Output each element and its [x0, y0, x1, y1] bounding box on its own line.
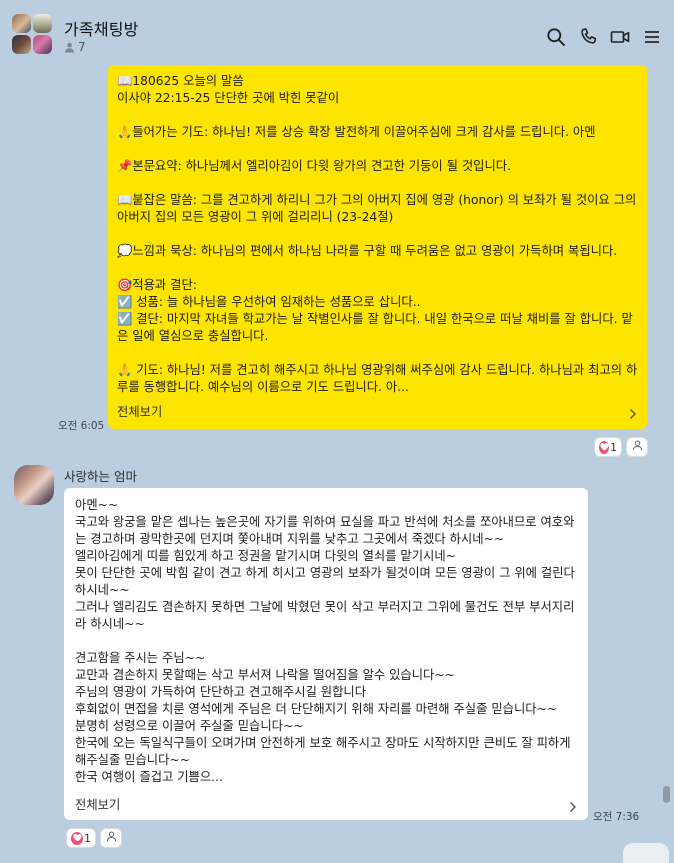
sender-name: 사랑하는 엄마 — [64, 469, 137, 484]
member-count-value: 7 — [78, 40, 86, 54]
heart-reaction[interactable]: 1 — [594, 437, 622, 457]
view-all-link[interactable]: 전체보기 — [75, 795, 120, 813]
message-time: 오전 7:36 — [593, 811, 640, 823]
member-avatar — [33, 35, 52, 54]
video-call-icon[interactable] — [610, 27, 630, 47]
add-reaction-button[interactable] — [100, 828, 122, 848]
scrollbar-thumb[interactable] — [663, 786, 670, 803]
chevron-right-icon[interactable] — [629, 405, 637, 424]
reaction-count: 1 — [610, 440, 617, 454]
my-message-bubble[interactable]: 📖180625 오늘의 말씀 이사야 22:15-25 단단한 곳에 박힌 못같… — [108, 65, 647, 429]
message-text: 📖180625 오늘의 말씀 이사야 22:15-25 단단한 곳에 박힌 못같… — [117, 74, 638, 394]
search-icon[interactable] — [546, 27, 566, 47]
heart-icon — [599, 440, 609, 454]
message-time: 오전 6:05 — [58, 420, 105, 432]
menu-icon[interactable] — [642, 27, 662, 47]
person-icon — [64, 42, 75, 53]
add-reaction-button[interactable] — [626, 437, 648, 457]
view-all-link[interactable]: 전체보기 — [117, 402, 162, 420]
person-icon — [632, 440, 643, 454]
chat-title[interactable]: 가족채팅방 — [64, 16, 139, 40]
heart-icon — [71, 831, 83, 845]
reaction-count: 1 — [84, 831, 91, 845]
phone-icon[interactable] — [579, 27, 599, 47]
scroll-down-button[interactable] — [623, 843, 669, 863]
member-avatar — [33, 14, 52, 33]
message-reactions: 1 — [66, 828, 122, 848]
chevron-right-icon[interactable] — [569, 798, 577, 817]
group-avatar[interactable] — [12, 14, 54, 56]
member-avatar — [12, 14, 31, 33]
chat-header: 가족채팅방 7 — [0, 0, 674, 62]
person-icon — [106, 831, 117, 845]
message-reactions: 1 — [594, 437, 648, 457]
received-message-bubble[interactable]: 아멘~~ 국고와 왕궁을 맡은 셉나는 높은곳에 자기를 위하여 묘실을 파고 … — [64, 488, 588, 820]
heart-reaction[interactable]: 1 — [66, 828, 96, 848]
member-avatar — [12, 35, 31, 54]
message-text: 아멘~~ 국고와 왕궁을 맡은 셉나는 높은곳에 자기를 위하여 묘실을 파고 … — [75, 498, 575, 784]
member-count[interactable]: 7 — [64, 40, 86, 54]
sender-avatar[interactable] — [14, 465, 54, 505]
